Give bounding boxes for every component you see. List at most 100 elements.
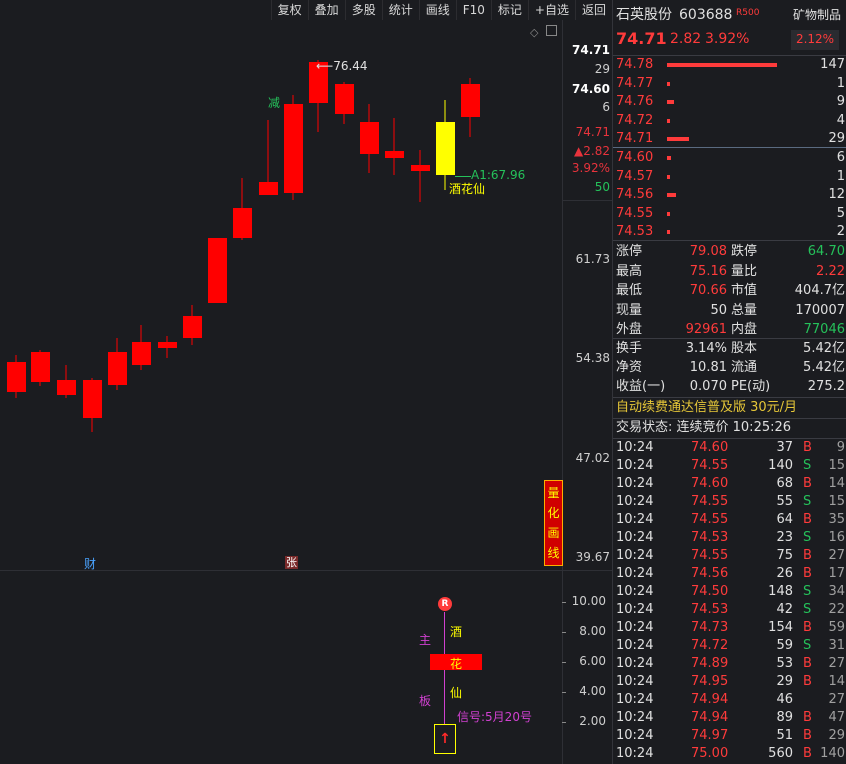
stat-value: 70.66: [689, 283, 727, 298]
stat-label: 股本: [731, 341, 758, 356]
candle-body[interactable]: [411, 165, 430, 171]
candle-body[interactable]: [83, 380, 102, 418]
tick-price: 74.55: [691, 458, 729, 473]
stat-row: 外盘 92961 内盘 77046: [613, 321, 846, 339]
toolbar-button[interactable]: 多股: [344, 0, 382, 20]
candle-body[interactable]: [31, 352, 50, 382]
toolbar-button[interactable]: F10: [455, 0, 491, 20]
price-axis-label: 39.67: [575, 550, 610, 564]
tick-count: 27: [828, 692, 845, 707]
signal-char-2: 花: [450, 657, 463, 671]
order-price: 74.76: [616, 94, 654, 109]
order-price: 74.77: [616, 75, 654, 91]
tick-direction: B: [803, 566, 812, 581]
candle-body[interactable]: [183, 316, 202, 338]
stat-value: 275.2: [807, 379, 845, 394]
sector-name[interactable]: 矿物制品: [793, 6, 841, 24]
candle-body[interactable]: [284, 104, 303, 193]
stat-value: 50: [710, 302, 727, 318]
stat-label: 市值: [731, 283, 758, 298]
tick-price: 74.55: [691, 494, 729, 509]
tick-row: 10:24 74.50 148 S 34: [613, 583, 846, 601]
stat-label: 最低: [616, 283, 643, 298]
toolbar-button[interactable]: 返回: [574, 0, 612, 20]
finance-marker[interactable]: 财: [84, 555, 96, 572]
tick-count: 47: [828, 710, 845, 725]
tick-volume: 148: [768, 584, 793, 599]
quant-draw-button[interactable]: 量化画线: [544, 480, 563, 566]
candle-body[interactable]: [360, 122, 379, 154]
stat-row: 最高 75.16 量比 2.22: [613, 263, 846, 281]
candle-body[interactable]: [132, 342, 151, 365]
candle-body[interactable]: [385, 151, 404, 158]
tick-row: 10:24 74.73 154 B 59: [613, 619, 846, 637]
stat-value: 0.070: [689, 379, 727, 394]
signal-date-label: 信号:5月20号: [457, 710, 532, 724]
order-book-row: 74.77 1: [613, 75, 846, 93]
candle-body[interactable]: [208, 238, 227, 303]
stat-label: 外盘: [616, 322, 643, 337]
tick-volume: 26: [776, 566, 793, 581]
tick-time: 10:24: [616, 620, 654, 635]
price-axis-label: 50: [594, 180, 610, 194]
promo-banner[interactable]: 自动续费通达信普及版 30元/月: [613, 399, 846, 417]
candle-body[interactable]: [108, 352, 127, 385]
toolbar-button[interactable]: 标记: [490, 0, 528, 20]
candle-body[interactable]: [233, 208, 252, 238]
stat-label: 量比: [731, 263, 758, 279]
tick-count: 15: [828, 458, 845, 473]
trade-status: 交易状态: 连续竞价 10:25:26: [616, 420, 792, 435]
limit-up-marker[interactable]: 张: [285, 556, 298, 569]
order-volume-bar: [667, 137, 689, 141]
order-volume: 147: [820, 57, 845, 72]
stat-value: 3.14%: [685, 341, 727, 356]
tick-time: 10:24: [616, 530, 654, 545]
tick-row: 10:24 74.94 89 B 47: [613, 709, 846, 727]
signal-char-3: 仙: [450, 686, 463, 700]
tick-row: 10:24 74.53 23 S 16: [613, 529, 846, 547]
order-volume-bar: [667, 63, 777, 67]
stat-label: 总量: [731, 302, 758, 318]
tick-volume: 37: [776, 440, 793, 455]
stat-value: 64.70: [807, 244, 845, 259]
candle-body[interactable]: [461, 84, 480, 117]
tick-volume: 55: [776, 494, 793, 509]
tick-time: 10:24: [616, 656, 654, 671]
kline-chart-area[interactable]: 复权 叠加 多股 统计 画线 F10 标记 +自选 返回 ◇ 74.71 29 74.60 6 74.7…: [0, 0, 612, 764]
order-volume: 1: [836, 168, 845, 184]
toolbar-button[interactable]: 统计: [381, 0, 419, 20]
toolbar-button[interactable]: +自选: [527, 0, 575, 20]
tick-direction: S: [803, 584, 812, 599]
tick-row: 10:24 74.55 64 B 35: [613, 511, 846, 529]
tick-price: 74.94: [691, 710, 729, 725]
toolbar-button[interactable]: 复权: [270, 0, 308, 20]
toolbar-button[interactable]: 叠加: [307, 0, 345, 20]
high-price-label: ⟵76.44: [316, 59, 368, 73]
order-price: 74.72: [616, 112, 654, 128]
tick-volume: 42: [776, 602, 793, 617]
tick-time: 10:24: [616, 638, 654, 653]
candle-body[interactable]: [57, 380, 76, 395]
candle-body[interactable]: [335, 84, 354, 114]
candle-body[interactable]: [436, 122, 455, 175]
tick-count: 59: [828, 620, 845, 635]
stat-label: 净资: [616, 360, 643, 375]
candle-body[interactable]: [7, 362, 26, 392]
axis-tick: [562, 662, 566, 663]
tick-count: 31: [828, 638, 845, 653]
price-change: 2.82: [670, 31, 702, 47]
index-tag: R500: [736, 8, 760, 18]
candle-body[interactable]: [259, 182, 278, 195]
order-volume: 2: [836, 224, 845, 239]
tick-price: 74.53: [691, 602, 729, 617]
tick-time: 10:24: [616, 746, 654, 761]
indicator-axis-label: 10.00: [571, 594, 606, 608]
tick-price: 74.94: [691, 692, 729, 707]
tick-count: 14: [828, 674, 845, 689]
tick-time: 10:24: [616, 494, 654, 509]
toolbar-button[interactable]: 画线: [418, 0, 456, 20]
tick-time: 10:24: [616, 692, 654, 707]
stat-value: 170007: [795, 302, 845, 318]
order-book-row: 74.55 5: [613, 205, 846, 223]
candle-body[interactable]: [158, 342, 177, 348]
